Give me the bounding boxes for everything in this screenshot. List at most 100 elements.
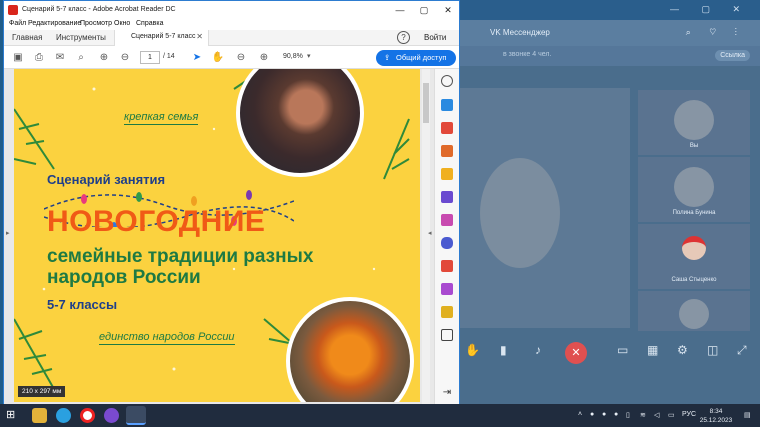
collapse-panel-icon[interactable]: ⇥ — [441, 387, 453, 399]
vk-tile[interactable]: Вы — [638, 90, 750, 155]
menu-help[interactable]: Справка — [136, 20, 163, 27]
zoom-out-icon[interactable]: ⊖ — [233, 50, 249, 66]
vk-header-icons[interactable]: ⌕ ♡ ⋮ — [686, 27, 745, 38]
zoom-level[interactable]: 90,8% — [283, 53, 303, 60]
select-cursor-icon[interactable]: ➤ — [189, 50, 205, 66]
vk-link-button[interactable]: Ссылка — [715, 50, 750, 61]
share-button[interactable]: ⇪ Общий доступ — [376, 50, 456, 66]
vk-tile[interactable]: Саша Стыценко — [638, 224, 750, 289]
tray-yandex-icon[interactable]: ● — [590, 411, 594, 418]
chevron-down-icon[interactable]: ▾ — [307, 52, 311, 60]
tray-viber-icon[interactable]: ● — [602, 411, 606, 418]
tray-vk-icon[interactable]: ● — [614, 411, 618, 418]
vk-window-controls[interactable]: — ▢ ✕ — [670, 4, 750, 15]
taskbar: ⊞ ˄ ● ● ● ▯ ≋ ◁ ▭ РУС 8:34 25.12.2023 ▤ — [0, 404, 760, 427]
help-button[interactable]: ? — [397, 31, 410, 44]
title-big: НОВОГОДНИЕ — [47, 205, 266, 238]
camera-icon[interactable]: ▮ — [500, 343, 507, 357]
notifications-icon[interactable]: ▤ — [744, 411, 751, 419]
participant-avatar — [674, 167, 714, 207]
maximize-button[interactable]: ▢ — [412, 3, 436, 17]
microphone-icon[interactable]: ♪ — [535, 343, 541, 357]
scrollbar-thumb[interactable] — [423, 83, 429, 123]
toolbar: ▣ ⎙ ✉ ⌕ ⊕ ⊖ 1 / 14 ➤ ✋ ⊖ ⊕ 90,8% ▾ ⇪ Общ… — [4, 47, 459, 69]
participant-avatar — [679, 299, 709, 329]
minimize-button[interactable]: — — [388, 3, 412, 17]
tagline-bottom: единство народов России — [99, 331, 235, 345]
vk-call-bar: в звонке 4 чел. Ссылка — [455, 46, 760, 66]
windows-start-icon[interactable]: ⊞ — [6, 408, 21, 423]
combine-files-icon[interactable] — [441, 191, 453, 203]
edit-pdf-icon[interactable] — [441, 260, 453, 272]
santa-avatar-icon — [682, 236, 706, 260]
export-pdf-icon[interactable] — [441, 122, 453, 134]
page-down-icon[interactable]: ⊖ — [117, 50, 133, 66]
tab-tools[interactable]: Инструменты — [56, 33, 106, 42]
language-indicator[interactable]: РУС — [682, 411, 696, 418]
acrobat-logo-icon — [8, 5, 18, 15]
vk-call-subtitle: в звонке 4 чел. — [503, 51, 552, 58]
tray-battery-icon[interactable]: ▭ — [668, 411, 675, 419]
hand-tool-icon[interactable]: ✋ — [210, 50, 226, 66]
screen-share-icon[interactable]: ▭ — [617, 343, 628, 357]
telegram-icon[interactable] — [56, 408, 71, 423]
more-tools-icon[interactable] — [441, 329, 453, 341]
left-panel-toggle-icon[interactable]: ▸ — [6, 229, 10, 237]
clock[interactable]: 8:34 25.12.2023 — [696, 407, 736, 425]
clock-time: 8:34 — [709, 408, 723, 415]
layout-icon[interactable]: ◫ — [707, 343, 718, 357]
participant-video — [480, 158, 560, 268]
vk-main-video[interactable] — [460, 88, 630, 328]
pdf-page[interactable]: крепкая семья Сценарий занятия НОВОГОДНИ… — [14, 69, 420, 402]
fill-sign-icon[interactable] — [441, 214, 453, 226]
menu-view[interactable]: Просмотр — [80, 20, 112, 27]
grades: 5-7 классы — [47, 297, 118, 312]
sign-icon[interactable] — [441, 283, 453, 295]
viber-icon[interactable] — [104, 408, 119, 423]
save-icon[interactable]: ▣ — [10, 50, 26, 66]
settings-icon[interactable]: ⚙ — [677, 343, 688, 357]
print-icon[interactable]: ⎙ — [31, 50, 47, 66]
stamp-icon[interactable] — [441, 306, 453, 318]
comment-icon[interactable] — [441, 168, 453, 180]
tray-volume-icon[interactable]: ◁ — [654, 411, 659, 419]
yandex-browser-icon[interactable] — [80, 408, 95, 423]
fullscreen-icon[interactable]: ⤢ — [737, 343, 747, 358]
search-icon[interactable]: ⌕ — [73, 50, 89, 66]
document-viewer[interactable]: ▸ крепкая семья Сценарий занятия НОВОГОД… — [4, 69, 459, 404]
tray-network-icon[interactable]: ▯ — [626, 411, 630, 419]
page-up-icon[interactable]: ⊕ — [96, 50, 112, 66]
signin-link[interactable]: Войти — [424, 33, 446, 42]
menu-bar: Файл Редактирование Просмотр Окно Справк… — [4, 19, 459, 30]
vk-header: VK Мессенджер ⌕ ♡ ⋮ — [455, 20, 760, 46]
vk-tile[interactable] — [638, 291, 750, 331]
close-button[interactable]: ✕ — [436, 3, 460, 17]
tile-name: Вы — [689, 143, 699, 149]
tray-arrow-icon[interactable]: ˄ — [578, 411, 582, 418]
menu-file[interactable]: Файл — [9, 20, 26, 27]
vk-taskbar-icon[interactable] — [126, 406, 146, 425]
grid-icon[interactable]: ▦ — [647, 343, 658, 357]
hand-icon[interactable]: ✋ — [465, 343, 480, 357]
page-number-input[interactable]: 1 — [140, 51, 160, 64]
hangup-button[interactable]: ✕ — [565, 342, 587, 364]
organize-pages-icon[interactable] — [441, 145, 453, 157]
zoom-in-icon[interactable]: ⊕ — [256, 50, 272, 66]
vk-messenger-window: — ▢ ✕ VK Мессенджер ⌕ ♡ ⋮ в звонке 4 чел… — [455, 0, 760, 404]
zoom-tool-icon[interactable] — [441, 75, 453, 87]
window-title: Сценарий 5-7 класс - Adobe Acrobat Reade… — [22, 6, 176, 13]
right-panel-toggle-icon[interactable]: ◂ — [428, 229, 432, 237]
tab-document[interactable]: Сценарий 5-7 класс ✕ — [114, 30, 209, 46]
tab-home[interactable]: Главная — [12, 33, 42, 42]
file-explorer-icon[interactable] — [32, 408, 47, 423]
email-icon[interactable]: ✉ — [52, 50, 68, 66]
close-tab-icon[interactable]: ✕ — [196, 32, 203, 41]
menu-window[interactable]: Окно — [114, 20, 130, 27]
create-pdf-icon[interactable] — [441, 99, 453, 111]
page-size-badge: 210 x 297 мм — [18, 386, 66, 397]
vk-tile[interactable]: Полина Бунина — [638, 157, 750, 222]
protect-icon[interactable] — [441, 237, 453, 249]
menu-edit[interactable]: Редактирование — [28, 20, 81, 27]
share-label: Общий доступ — [396, 53, 447, 62]
tray-wifi-icon[interactable]: ≋ — [640, 411, 646, 419]
